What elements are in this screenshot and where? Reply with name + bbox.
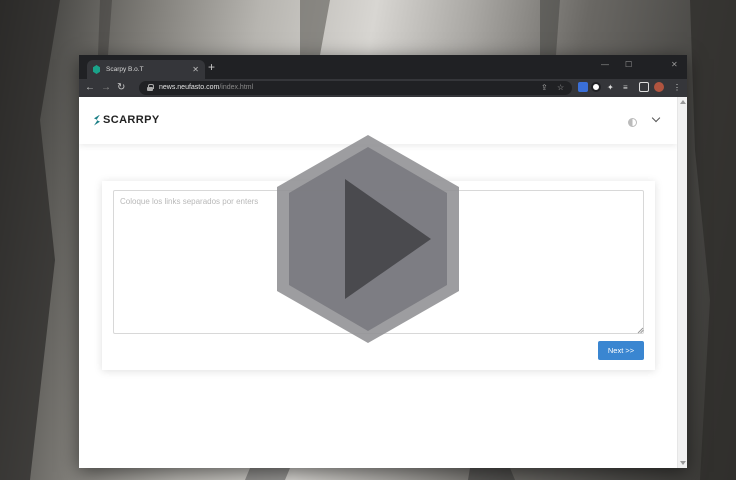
menu-icon[interactable]: ⋮ bbox=[673, 82, 681, 94]
resize-grip-icon[interactable] bbox=[637, 327, 643, 333]
url-domain: news.neufasto.com bbox=[159, 84, 220, 91]
reading-list-icon[interactable]: ≡ bbox=[623, 82, 628, 94]
logo-text: SCARRPY bbox=[103, 114, 160, 126]
close-window-button[interactable]: ✕ bbox=[671, 60, 678, 70]
maximize-button[interactable]: ☐ bbox=[625, 60, 632, 70]
page-scrollbar[interactable] bbox=[677, 97, 687, 468]
extension-g-icon[interactable] bbox=[591, 82, 601, 92]
puzzle-icon[interactable]: ✦ bbox=[607, 82, 614, 94]
lock-icon[interactable] bbox=[147, 84, 154, 91]
share-icon[interactable]: ⇪ bbox=[541, 82, 548, 94]
extension-icon[interactable] bbox=[578, 82, 588, 92]
next-button[interactable]: Next >> bbox=[598, 341, 644, 360]
browser-toolbar: ← → ↻ news.neufasto.com/index.html ⇪ ☆ ✦… bbox=[79, 79, 687, 97]
side-panel-icon[interactable] bbox=[639, 82, 649, 92]
theme-toggle-icon[interactable] bbox=[628, 118, 637, 127]
url-path: /index.html bbox=[219, 84, 254, 91]
address-bar[interactable]: news.neufasto.com/index.html ⇪ ☆ bbox=[139, 81, 572, 95]
new-tab-button[interactable]: + bbox=[208, 60, 215, 74]
minimize-button[interactable]: — bbox=[601, 60, 609, 70]
back-button[interactable]: ← bbox=[85, 81, 95, 95]
browser-titlebar: Scarpy B.o.T ✕ + — ☐ ✕ bbox=[79, 55, 687, 79]
site-logo[interactable]: SCARRPY bbox=[94, 114, 160, 126]
chevron-down-icon[interactable] bbox=[651, 114, 663, 128]
scroll-up-icon[interactable] bbox=[680, 100, 686, 104]
logo-mark-icon bbox=[94, 114, 100, 126]
scroll-down-icon[interactable] bbox=[680, 461, 686, 465]
tab-title: Scarpy B.o.T bbox=[106, 66, 144, 73]
profile-avatar[interactable] bbox=[654, 82, 664, 92]
reload-button[interactable]: ↻ bbox=[117, 81, 125, 95]
browser-tab[interactable]: Scarpy B.o.T ✕ bbox=[87, 60, 205, 79]
bookmark-star-icon[interactable]: ☆ bbox=[557, 82, 564, 94]
tab-close-icon[interactable]: ✕ bbox=[192, 65, 199, 74]
url-text[interactable]: news.neufasto.com/index.html bbox=[159, 83, 253, 93]
forward-button[interactable]: → bbox=[101, 81, 111, 95]
site-favicon-icon bbox=[93, 65, 100, 74]
play-icon[interactable] bbox=[277, 135, 459, 343]
